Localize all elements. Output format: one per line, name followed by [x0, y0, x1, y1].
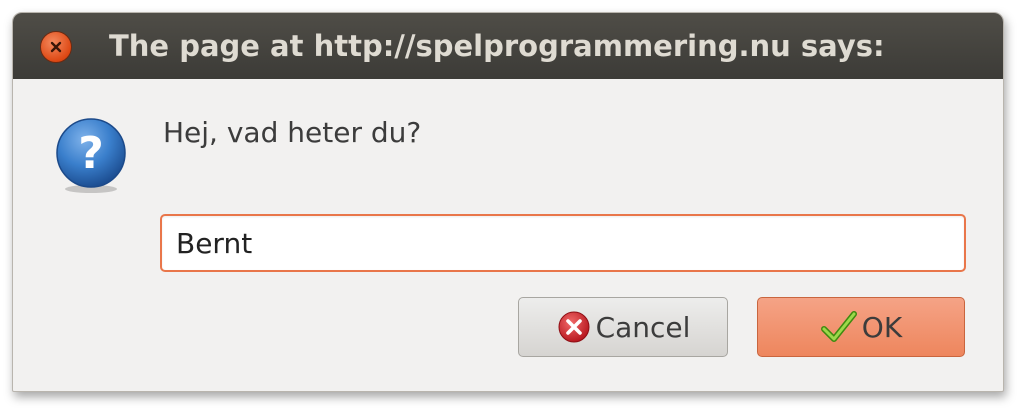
ok-label: OK: [861, 310, 903, 344]
svg-text:?: ?: [78, 128, 104, 179]
close-button[interactable]: [40, 31, 72, 63]
question-icon: ?: [51, 115, 131, 195]
cancel-icon: [556, 309, 592, 345]
prompt-dialog: The page at http://spelprogrammering.nu …: [12, 12, 1004, 392]
prompt-text: Hej, vad heter du?: [163, 116, 422, 149]
checkmark-icon: [820, 309, 858, 345]
ok-button[interactable]: OK: [757, 297, 965, 357]
dialog-titlebar[interactable]: The page at http://spelprogrammering.nu …: [13, 13, 1003, 79]
cancel-button[interactable]: Cancel: [518, 297, 728, 357]
close-icon: [49, 40, 63, 54]
dialog-title: The page at http://spelprogrammering.nu …: [109, 29, 885, 63]
name-input[interactable]: [160, 214, 966, 272]
cancel-label: Cancel: [595, 310, 691, 344]
